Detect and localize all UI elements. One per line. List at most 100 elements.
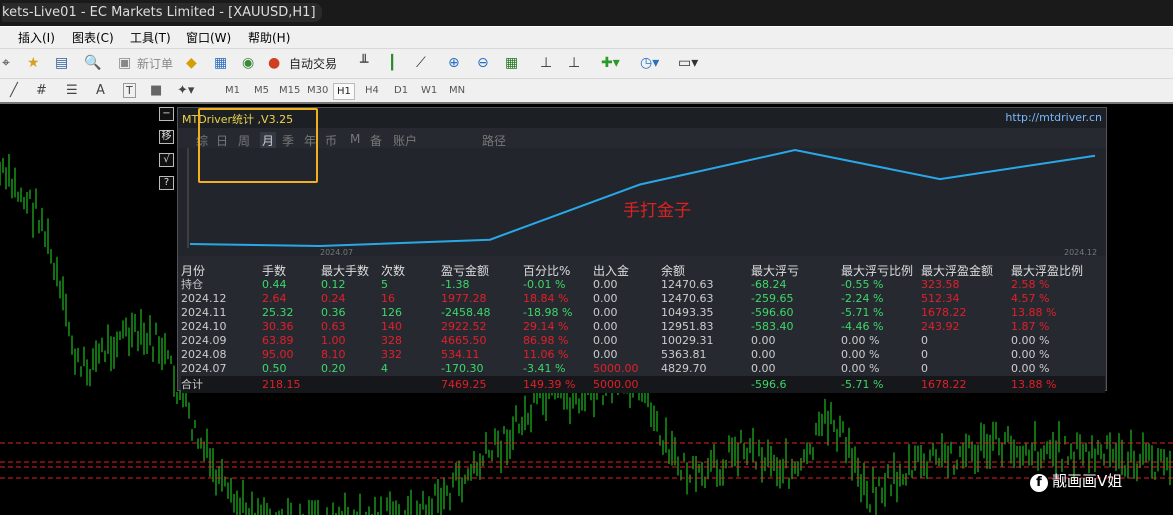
candlestick-icon[interactable]: ┃ — [388, 55, 396, 71]
auto-trading-button[interactable]: 自动交易 — [289, 55, 337, 72]
menu-help[interactable]: 帮助(H) — [248, 27, 290, 49]
table-cell: -68.24 — [751, 278, 787, 291]
timeframe-m5[interactable]: M5 — [251, 83, 272, 98]
table-row: 持仓 0.44 0.12 5 -1.38 -0.01 % 0.00 12470.63 -68.2… — [181, 278, 1105, 292]
menu-tools[interactable]: 工具(T) — [130, 27, 171, 49]
table-cell: 1678.22 — [921, 377, 967, 391]
table-row: 2024.09 63.89 1.00 328 4665.50 86.98 % 0.00 100… — [181, 334, 1105, 348]
table-cell: 0.00 — [751, 362, 776, 375]
table-cell: 2.64 — [262, 292, 287, 305]
table-cell: 盈亏金额 — [441, 264, 490, 278]
new-order-button[interactable]: 新订单 — [137, 55, 173, 72]
new-order-icon[interactable]: ▣ — [118, 55, 131, 71]
timeframe-w1[interactable]: W1 — [418, 83, 440, 98]
crosshair-icon[interactable]: ⌖ — [2, 55, 10, 71]
table-cell: 合计 — [181, 377, 203, 391]
table-cell: -4.46 % — [841, 320, 884, 333]
tab-10[interactable]: 路径 — [482, 132, 506, 149]
zoom-in-icon[interactable]: ⊕ — [448, 55, 460, 71]
table-cell: 手数 — [262, 264, 287, 278]
table-cell — [381, 376, 441, 393]
timeframe-m30[interactable]: M30 — [304, 83, 331, 98]
fibonacci-retracement-icon[interactable]: ☰ — [66, 83, 78, 98]
timeframe-h1[interactable]: H1 — [333, 83, 355, 100]
table-cell: -0.55 % — [841, 278, 884, 291]
rectangle-tool-icon[interactable]: ■ — [150, 83, 162, 98]
indicators-icon[interactable]: ✚▾ — [601, 55, 620, 71]
table-cell: 最大手数 — [321, 264, 370, 278]
help-button[interactable]: ? — [159, 176, 174, 190]
graph-label: 手打金子 — [623, 201, 691, 221]
text-label-tool[interactable]: T — [123, 83, 136, 98]
table-cell: 出入金 — [593, 264, 630, 278]
table-cell: 8.10 — [321, 348, 346, 361]
auto-trading-icon[interactable]: ● — [268, 55, 280, 71]
table-cell: 63.89 — [262, 334, 294, 347]
zoom-out-icon[interactable]: ⊖ — [477, 55, 489, 71]
table-cell: 最大浮亏 — [751, 264, 800, 278]
tile-windows-icon[interactable]: ▦ — [505, 55, 518, 71]
terminal-icon[interactable]: ▦ — [214, 55, 227, 71]
arrows-tool-icon[interactable]: ✦▾ — [177, 83, 194, 98]
data-window-icon[interactable]: 🔍 — [84, 55, 101, 71]
timeframe-d1[interactable]: D1 — [391, 83, 411, 98]
table-cell: 5 — [381, 278, 388, 291]
line-chart-icon[interactable]: ⟋ — [416, 55, 426, 71]
fibonacci-fan-icon[interactable]: # — [36, 83, 47, 98]
table-cell: -596.60 — [751, 306, 794, 319]
facebook-icon: f — [1030, 474, 1048, 492]
metaeditor-icon[interactable]: ◆ — [186, 55, 197, 71]
tab-8[interactable]: 备 — [370, 132, 382, 149]
timeframe-m1[interactable]: M1 — [222, 83, 243, 98]
table-cell: 0.00 — [593, 278, 618, 291]
timeframe-m15[interactable]: M15 — [276, 83, 303, 98]
window-title-bar: kets-Live01 - EC Markets Limited - [XAUU… — [0, 0, 1173, 26]
table-cell: 0.00 — [593, 306, 618, 319]
table-cell: 126 — [381, 306, 402, 319]
table-cell: -259.65 — [751, 292, 794, 305]
timeframe-mn[interactable]: MN — [446, 83, 468, 98]
table-cell: 1678.22 — [921, 306, 967, 319]
table-cell: -5.71 % — [841, 377, 884, 391]
confirm-button[interactable]: √ — [159, 153, 174, 167]
table-cell: 30.36 — [262, 320, 294, 333]
table-cell: 0.00 % — [1011, 362, 1050, 375]
auto-scroll-icon[interactable]: ⊥ — [540, 55, 552, 71]
table-cell: 12951.83 — [661, 320, 714, 333]
tab-7[interactable]: M — [350, 132, 360, 146]
tab-6[interactable]: 币 — [325, 132, 337, 149]
bar-chart-icon[interactable]: ╨ — [360, 55, 368, 71]
table-cell: 12470.63 — [661, 278, 714, 291]
table-cell: 29.14 % — [523, 320, 569, 333]
signals-icon[interactable]: ◉ — [242, 55, 254, 71]
navigator-icon[interactable]: ▤ — [55, 55, 68, 71]
table-cell: 最大浮亏比例 — [841, 264, 914, 278]
highlight-box — [198, 108, 318, 183]
table-cell: 0.24 — [321, 292, 346, 305]
minimize-button[interactable]: − — [159, 107, 174, 121]
templates-icon[interactable]: ▭▾ — [678, 55, 698, 71]
table-row: 2024.07 0.50 0.20 4 -170.30 -3.41 % 5000.00 482… — [181, 362, 1105, 376]
tab-9[interactable]: 账户 — [393, 132, 417, 149]
website-link[interactable]: http://mtdriver.cn — [1005, 111, 1102, 124]
menu-charts[interactable]: 图表(C) — [72, 27, 114, 49]
table-cell: 534.11 — [441, 348, 480, 361]
table-cell: 323.58 — [921, 278, 960, 291]
table-cell: 4.57 % — [1011, 292, 1050, 305]
table-cell: 2.58 % — [1011, 278, 1050, 291]
favorites-folder-icon[interactable]: ★ — [27, 55, 40, 71]
text-tool[interactable]: A — [96, 83, 105, 98]
line-tool-icon[interactable]: ╱ — [10, 83, 18, 98]
chart-shift-icon[interactable]: ⊥ — [568, 55, 580, 71]
table-cell: 百分比% — [523, 264, 571, 278]
table-cell: 0.00 — [593, 348, 618, 361]
move-button[interactable]: 移 — [159, 130, 174, 144]
menu-window[interactable]: 窗口(W) — [186, 27, 231, 49]
timeframe-h4[interactable]: H4 — [362, 83, 382, 98]
table-cell: 95.00 — [262, 348, 294, 361]
table-cell — [321, 376, 381, 393]
table-cell: 140 — [381, 320, 402, 333]
periods-icon[interactable]: ◷▾ — [640, 55, 659, 71]
menu-insert[interactable]: 插入(I) — [18, 27, 55, 49]
table-cell: 0.44 — [262, 278, 287, 291]
